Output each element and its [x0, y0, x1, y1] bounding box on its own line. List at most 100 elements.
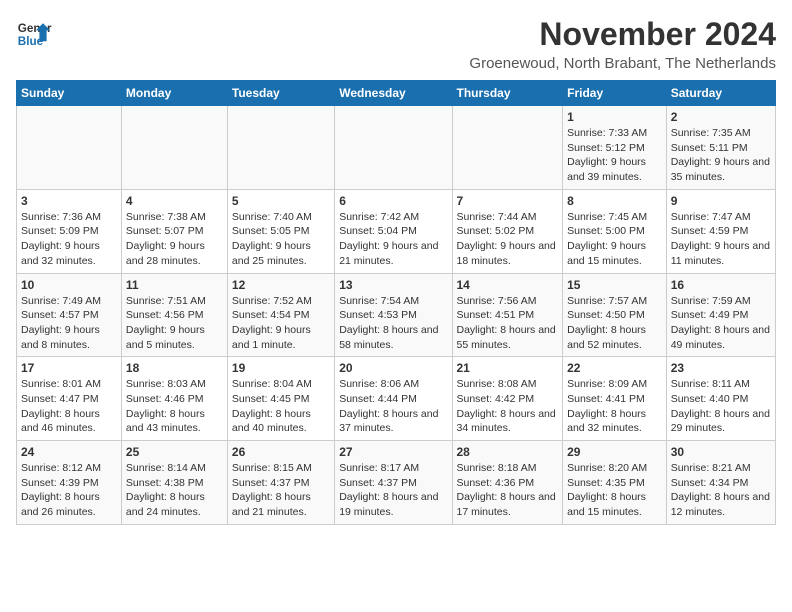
day-info: Sunrise: 7:59 AM Sunset: 4:49 PM Dayligh… — [671, 294, 771, 353]
calendar-cell: 25 Sunrise: 8:14 AM Sunset: 4:38 PM Dayli… — [121, 441, 227, 525]
day-number: 16 — [671, 278, 771, 292]
day-number: 11 — [126, 278, 223, 292]
calendar-cell: 8 Sunrise: 7:45 AM Sunset: 5:00 PM Daylig… — [563, 189, 667, 273]
calendar-cell: 9 Sunrise: 7:47 AM Sunset: 4:59 PM Daylig… — [666, 189, 775, 273]
calendar-cell: 3Sunrise: 7:36 AM Sunset: 5:09 PM Daylig… — [17, 189, 122, 273]
subtitle: Groenewoud, North Brabant, The Netherlan… — [469, 55, 776, 72]
day-info: Sunrise: 7:40 AM Sunset: 5:05 PM Dayligh… — [232, 210, 330, 269]
day-number: 29 — [567, 445, 662, 459]
header-tuesday: Tuesday — [227, 81, 334, 106]
day-info: Sunrise: 8:06 AM Sunset: 4:44 PM Dayligh… — [339, 377, 447, 436]
calendar-cell: 10 Sunrise: 7:49 AM Sunset: 4:57 PM Dayli… — [17, 273, 122, 357]
day-number: 17 — [21, 361, 117, 375]
day-info: Sunrise: 8:04 AM Sunset: 4:45 PM Dayligh… — [232, 377, 330, 436]
day-info: Sunrise: 7:35 AM Sunset: 5:11 PM Dayligh… — [671, 126, 771, 185]
day-number: 10 — [21, 278, 117, 292]
day-number: 6 — [339, 194, 447, 208]
day-info: Sunrise: 7:57 AM Sunset: 4:50 PM Dayligh… — [567, 294, 662, 353]
day-info: Sunrise: 8:12 AM Sunset: 4:39 PM Dayligh… — [21, 461, 117, 520]
day-number: 2 — [671, 110, 771, 124]
calendar-cell: 28 Sunrise: 8:18 AM Sunset: 4:36 PM Dayli… — [452, 441, 563, 525]
day-number: 13 — [339, 278, 447, 292]
calendar-cell — [227, 106, 334, 190]
day-number: 9 — [671, 194, 771, 208]
day-info: Sunrise: 7:44 AM Sunset: 5:02 PM Dayligh… — [457, 210, 559, 269]
calendar-cell: 20Sunrise: 8:06 AM Sunset: 4:44 PM Dayli… — [335, 357, 452, 441]
day-number: 26 — [232, 445, 330, 459]
day-info: Sunrise: 8:09 AM Sunset: 4:41 PM Dayligh… — [567, 377, 662, 436]
day-number: 22 — [567, 361, 662, 375]
calendar-week-5: 24 Sunrise: 8:12 AM Sunset: 4:39 PM Dayli… — [17, 441, 776, 525]
calendar-cell: 18 Sunrise: 8:03 AM Sunset: 4:46 PM Dayli… — [121, 357, 227, 441]
day-number: 18 — [126, 361, 223, 375]
calendar-cell: 22 Sunrise: 8:09 AM Sunset: 4:41 PM Dayli… — [563, 357, 667, 441]
day-number: 25 — [126, 445, 223, 459]
day-number: 7 — [457, 194, 559, 208]
calendar-week-2: 3Sunrise: 7:36 AM Sunset: 5:09 PM Daylig… — [17, 189, 776, 273]
day-number: 8 — [567, 194, 662, 208]
calendar-header-row: SundayMondayTuesdayWednesdayThursdayFrid… — [17, 81, 776, 106]
calendar-cell: 6 Sunrise: 7:42 AM Sunset: 5:04 PM Daylig… — [335, 189, 452, 273]
calendar-cell: 26 Sunrise: 8:15 AM Sunset: 4:37 PM Dayli… — [227, 441, 334, 525]
day-info: Sunrise: 8:08 AM Sunset: 4:42 PM Dayligh… — [457, 377, 559, 436]
calendar-body: 1Sunrise: 7:33 AM Sunset: 5:12 PM Daylig… — [17, 106, 776, 525]
calendar-cell: 30 Sunrise: 8:21 AM Sunset: 4:34 PM Dayli… — [666, 441, 775, 525]
day-info: Sunrise: 8:14 AM Sunset: 4:38 PM Dayligh… — [126, 461, 223, 520]
day-info: Sunrise: 8:03 AM Sunset: 4:46 PM Dayligh… — [126, 377, 223, 436]
day-number: 15 — [567, 278, 662, 292]
header-monday: Monday — [121, 81, 227, 106]
calendar-cell: 12Sunrise: 7:52 AM Sunset: 4:54 PM Dayli… — [227, 273, 334, 357]
calendar-week-1: 1Sunrise: 7:33 AM Sunset: 5:12 PM Daylig… — [17, 106, 776, 190]
day-info: Sunrise: 7:54 AM Sunset: 4:53 PM Dayligh… — [339, 294, 447, 353]
calendar-cell: 7 Sunrise: 7:44 AM Sunset: 5:02 PM Daylig… — [452, 189, 563, 273]
calendar-cell: 4Sunrise: 7:38 AM Sunset: 5:07 PM Daylig… — [121, 189, 227, 273]
day-info: Sunrise: 7:45 AM Sunset: 5:00 PM Dayligh… — [567, 210, 662, 269]
day-number: 28 — [457, 445, 559, 459]
calendar-cell — [452, 106, 563, 190]
calendar-cell — [335, 106, 452, 190]
calendar-cell — [17, 106, 122, 190]
logo: General Blue — [16, 16, 52, 52]
day-info: Sunrise: 8:21 AM Sunset: 4:34 PM Dayligh… — [671, 461, 771, 520]
day-info: Sunrise: 7:52 AM Sunset: 4:54 PM Dayligh… — [232, 294, 330, 353]
page-header: General Blue November 2024 Groenewoud, N… — [16, 16, 776, 72]
day-info: Sunrise: 8:15 AM Sunset: 4:37 PM Dayligh… — [232, 461, 330, 520]
calendar-cell: 11 Sunrise: 7:51 AM Sunset: 4:56 PM Dayli… — [121, 273, 227, 357]
calendar-cell: 19Sunrise: 8:04 AM Sunset: 4:45 PM Dayli… — [227, 357, 334, 441]
title-block: November 2024 Groenewoud, North Brabant,… — [469, 16, 776, 72]
day-info: Sunrise: 7:56 AM Sunset: 4:51 PM Dayligh… — [457, 294, 559, 353]
calendar-cell: 29 Sunrise: 8:20 AM Sunset: 4:35 PM Dayli… — [563, 441, 667, 525]
day-info: Sunrise: 7:38 AM Sunset: 5:07 PM Dayligh… — [126, 210, 223, 269]
calendar-cell: 23Sunrise: 8:11 AM Sunset: 4:40 PM Dayli… — [666, 357, 775, 441]
day-info: Sunrise: 8:17 AM Sunset: 4:37 PM Dayligh… — [339, 461, 447, 520]
day-number: 21 — [457, 361, 559, 375]
day-info: Sunrise: 8:11 AM Sunset: 4:40 PM Dayligh… — [671, 377, 771, 436]
logo-icon: General Blue — [16, 16, 52, 52]
calendar-cell: 5Sunrise: 7:40 AM Sunset: 5:05 PM Daylig… — [227, 189, 334, 273]
day-number: 14 — [457, 278, 559, 292]
day-info: Sunrise: 8:18 AM Sunset: 4:36 PM Dayligh… — [457, 461, 559, 520]
header-saturday: Saturday — [666, 81, 775, 106]
calendar-cell: 17 Sunrise: 8:01 AM Sunset: 4:47 PM Dayli… — [17, 357, 122, 441]
day-info: Sunrise: 7:47 AM Sunset: 4:59 PM Dayligh… — [671, 210, 771, 269]
day-info: Sunrise: 8:20 AM Sunset: 4:35 PM Dayligh… — [567, 461, 662, 520]
calendar-cell: 13 Sunrise: 7:54 AM Sunset: 4:53 PM Dayli… — [335, 273, 452, 357]
day-number: 24 — [21, 445, 117, 459]
header-thursday: Thursday — [452, 81, 563, 106]
day-info: Sunrise: 8:01 AM Sunset: 4:47 PM Dayligh… — [21, 377, 117, 436]
day-info: Sunrise: 7:51 AM Sunset: 4:56 PM Dayligh… — [126, 294, 223, 353]
calendar-table: SundayMondayTuesdayWednesdayThursdayFrid… — [16, 80, 776, 525]
calendar-cell: 15 Sunrise: 7:57 AM Sunset: 4:50 PM Dayli… — [563, 273, 667, 357]
day-info: Sunrise: 7:49 AM Sunset: 4:57 PM Dayligh… — [21, 294, 117, 353]
header-wednesday: Wednesday — [335, 81, 452, 106]
calendar-week-3: 10 Sunrise: 7:49 AM Sunset: 4:57 PM Dayli… — [17, 273, 776, 357]
calendar-cell: 1Sunrise: 7:33 AM Sunset: 5:12 PM Daylig… — [563, 106, 667, 190]
calendar-week-4: 17 Sunrise: 8:01 AM Sunset: 4:47 PM Dayli… — [17, 357, 776, 441]
day-number: 30 — [671, 445, 771, 459]
calendar-cell: 27Sunrise: 8:17 AM Sunset: 4:37 PM Dayli… — [335, 441, 452, 525]
calendar-cell: 16 Sunrise: 7:59 AM Sunset: 4:49 PM Dayli… — [666, 273, 775, 357]
day-info: Sunrise: 7:42 AM Sunset: 5:04 PM Dayligh… — [339, 210, 447, 269]
day-info: Sunrise: 7:36 AM Sunset: 5:09 PM Dayligh… — [21, 210, 117, 269]
calendar-cell: 14 Sunrise: 7:56 AM Sunset: 4:51 PM Dayli… — [452, 273, 563, 357]
calendar-cell: 24 Sunrise: 8:12 AM Sunset: 4:39 PM Dayli… — [17, 441, 122, 525]
